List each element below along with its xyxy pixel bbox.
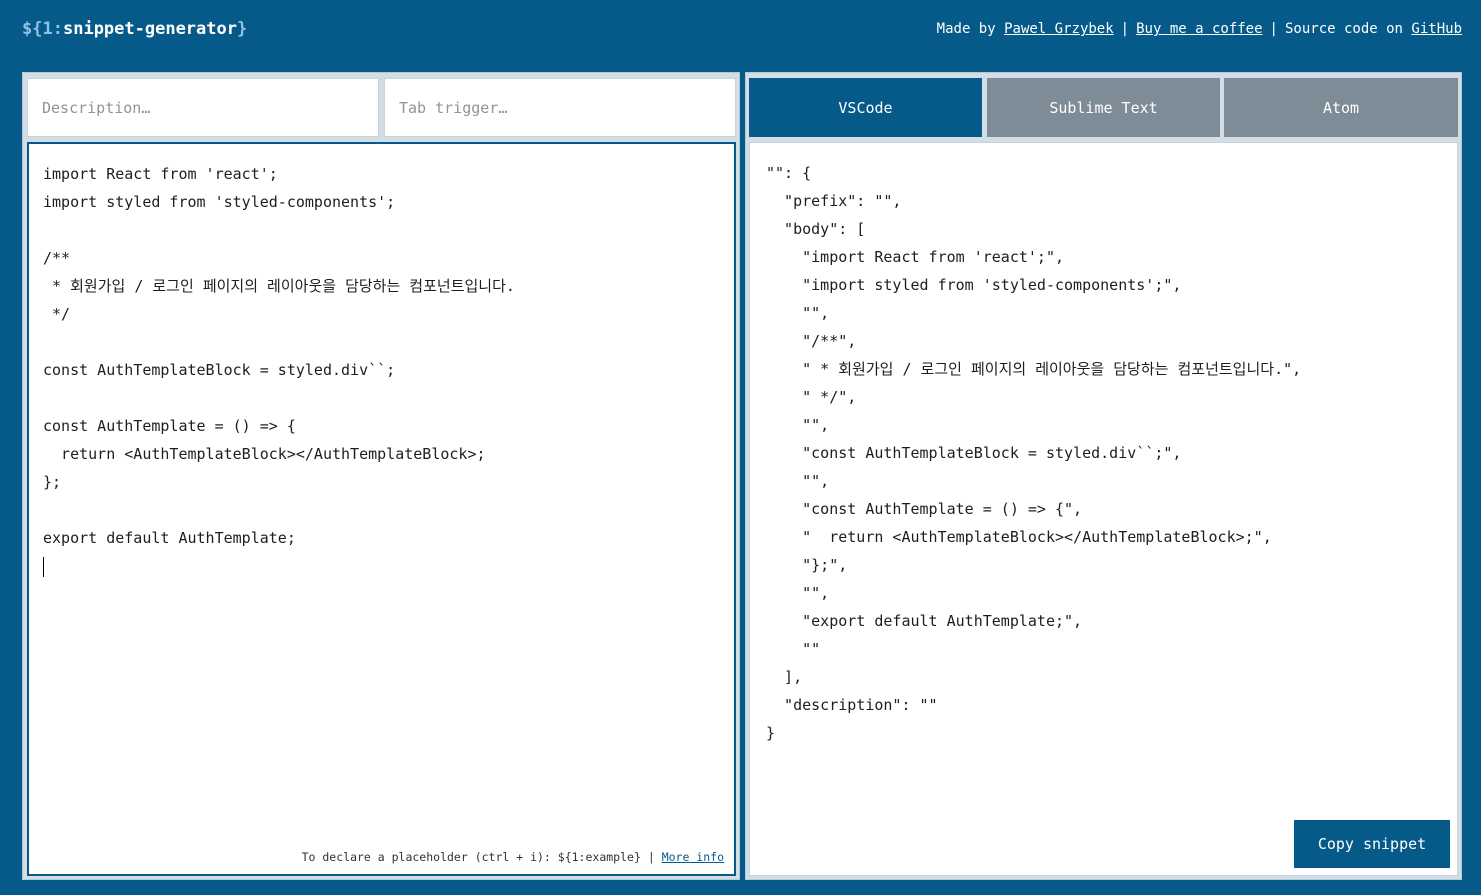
editor-tabs: VSCode Sublime Text Atom [749, 78, 1458, 138]
tab-vscode[interactable]: VSCode [749, 78, 982, 137]
logo-colon: : [52, 19, 63, 39]
hint-separator: | [647, 850, 655, 864]
more-info-link[interactable]: More info [662, 850, 724, 864]
separator: | [1120, 21, 1130, 37]
source-code-text: Source code on [1284, 21, 1412, 37]
logo-prefix: ${ [22, 19, 43, 39]
separator: | [1269, 21, 1278, 37]
output-panel: VSCode Sublime Text Atom "": { "prefix":… [745, 72, 1462, 880]
author-link[interactable]: Pawel Grzybek [1004, 21, 1114, 37]
snippet-output: "": { "prefix": "", "body": [ "import Re… [749, 142, 1458, 876]
copy-snippet-button[interactable]: Copy snippet [1294, 820, 1450, 868]
logo-suffix: } [236, 19, 248, 39]
tab-atom[interactable]: Atom [1224, 78, 1458, 137]
tab-trigger-input[interactable] [385, 79, 735, 136]
placeholder-hint: To declare a placeholder (ctrl + i): ${1… [302, 850, 724, 864]
hint-text: To declare a placeholder (ctrl + i): ${1… [301, 850, 641, 864]
description-field-wrapper [27, 78, 379, 137]
code-editor[interactable]: import React from 'react'; import styled… [27, 142, 736, 876]
output-code: "": { "prefix": "", "body": [ "import Re… [766, 164, 1302, 742]
made-by-text: Made by [936, 21, 1005, 37]
tab-sublime-text[interactable]: Sublime Text [987, 78, 1220, 137]
editor-code-text: import React from 'react'; import styled… [43, 165, 515, 547]
tab-trigger-field-wrapper [384, 78, 736, 137]
description-input[interactable] [28, 79, 378, 136]
logo-number: 1 [42, 19, 53, 39]
text-cursor [43, 556, 44, 577]
editor-code: import React from 'react'; import styled… [43, 160, 720, 580]
credits: Made by Pawel Grzybek | Buy me a coffee | So… [937, 21, 1462, 37]
top-bar: ${1:snippet-generator} Made by Pawel Grz… [0, 0, 1481, 62]
app-logo: ${1:snippet-generator} [22, 19, 247, 39]
logo-name: snippet-generator [62, 19, 237, 39]
github-link[interactable]: GitHub [1411, 21, 1462, 37]
coffee-link[interactable]: Buy me a coffee [1136, 21, 1262, 37]
input-panel: import React from 'react'; import styled… [22, 72, 740, 880]
